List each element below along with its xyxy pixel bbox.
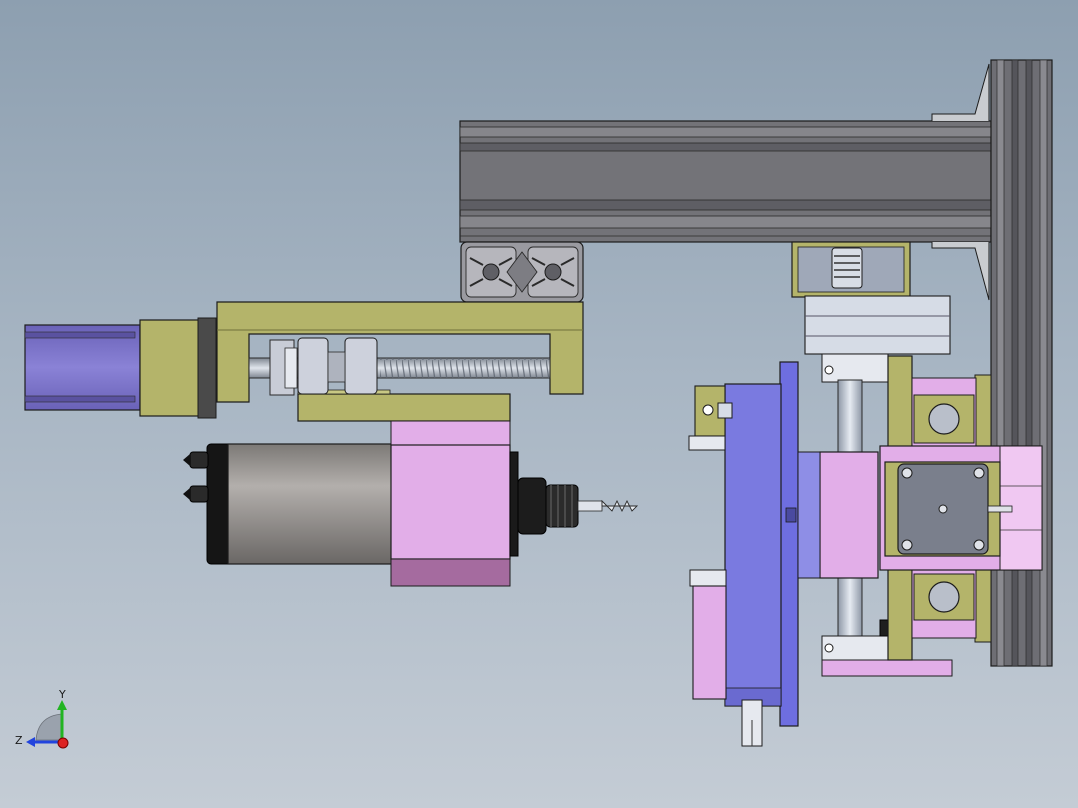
aluminium-profile-vertical[interactable] xyxy=(990,59,1053,667)
shaft-coupling[interactable] xyxy=(791,241,911,298)
triad-y-label: Y xyxy=(58,688,66,701)
cad-viewport[interactable]: Y Z xyxy=(0,0,1078,808)
spindle-motor[interactable] xyxy=(183,420,579,587)
drill-bit[interactable] xyxy=(577,499,639,513)
profile-end-section[interactable] xyxy=(460,241,584,303)
pillow-block-upper[interactable] xyxy=(911,377,977,447)
ball-screw[interactable] xyxy=(248,337,551,396)
carriage-plate[interactable] xyxy=(724,361,821,727)
y-axis-stepper-motor[interactable] xyxy=(884,461,1013,557)
x-axis-dot-icon xyxy=(57,737,69,749)
rod-slider[interactable] xyxy=(819,451,879,579)
coordinate-triad: Y Z xyxy=(15,688,69,749)
pillow-block-lower[interactable] xyxy=(911,569,977,639)
triad-z-label: Z xyxy=(15,734,23,747)
z-axis-stepper-motor[interactable] xyxy=(24,317,217,419)
aluminium-profile-horizontal[interactable] xyxy=(459,120,992,243)
bearing-block-top[interactable] xyxy=(804,295,951,383)
cable-connector-icon xyxy=(183,451,209,503)
